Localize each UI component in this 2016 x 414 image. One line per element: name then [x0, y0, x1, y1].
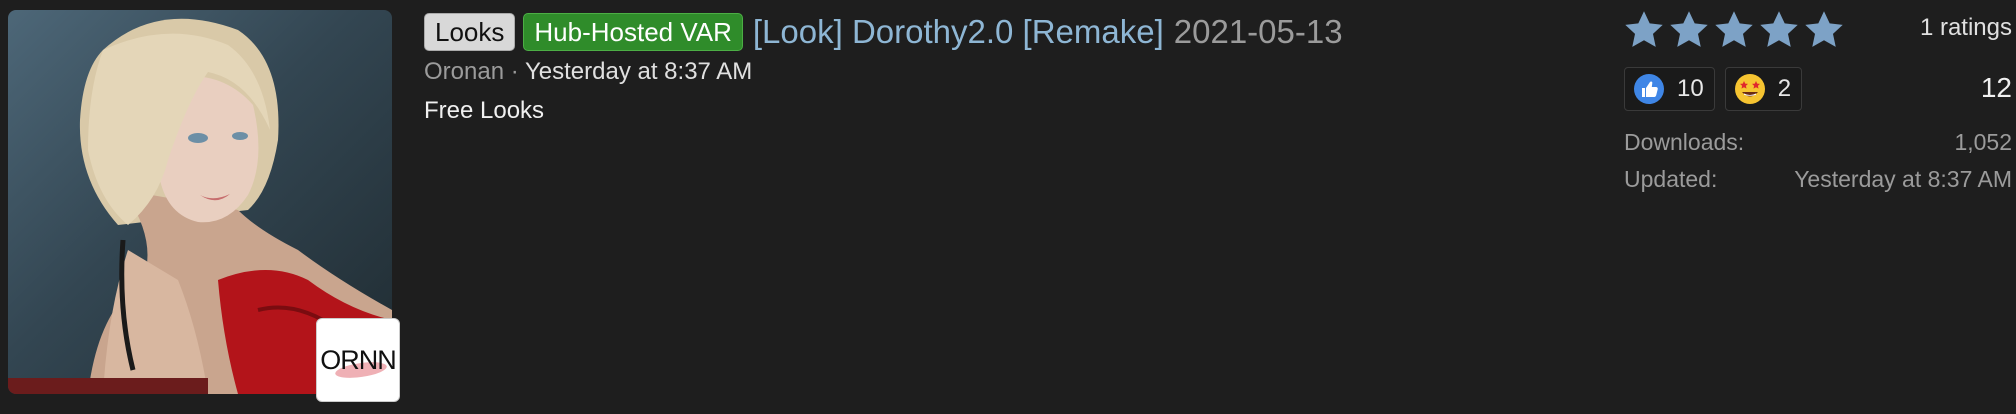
downloads-value: 1,052 [1954, 129, 2012, 155]
resource-title-link[interactable]: [Look] Dorothy2.0 [Remake] [753, 13, 1164, 51]
reaction-love[interactable]: 2 [1724, 67, 1803, 111]
author-avatar[interactable]: ORNN [316, 318, 400, 402]
downloads-stat: Downloads: 1,052 [1624, 129, 2012, 156]
updated-label: Updated: [1624, 166, 1718, 192]
thumbs-up-icon [1634, 74, 1664, 104]
reactions-bar: 10 2 [1624, 67, 1812, 111]
star-icon [1670, 11, 1708, 47]
star-icon [1625, 11, 1663, 47]
resource-version: 2021-05-13 [1173, 13, 1343, 50]
resource-title-line: Looks Hub-Hosted VAR [Look] Dorothy2.0 [… [424, 13, 1343, 51]
ratings-count: 1 ratings [1919, 14, 2012, 41]
updated-value[interactable]: Yesterday at 8:37 AM [1794, 166, 2012, 193]
star-icon [1760, 11, 1798, 47]
meta-separator: · [504, 58, 525, 85]
reaction-like[interactable]: 10 [1624, 67, 1715, 111]
rating-stars [1622, 8, 1847, 52]
prefix-tag-looks[interactable]: Looks [424, 13, 516, 51]
resource-meta: Oronan · Yesterday at 8:37 AM [424, 58, 752, 86]
reaction-total[interactable]: 12 [1981, 72, 2012, 104]
star-struck-emoji-icon [1734, 74, 1765, 104]
author-link[interactable]: Oronan [424, 58, 504, 85]
reaction-love-count: 2 [1777, 75, 1792, 102]
resource-tagline: Free Looks [424, 97, 545, 124]
posted-time[interactable]: Yesterday at 8:37 AM [525, 58, 752, 85]
star-icon [1805, 11, 1843, 47]
downloads-label: Downloads: [1624, 129, 1745, 155]
reaction-like-count: 10 [1677, 75, 1704, 102]
prefix-tag-hub-hosted[interactable]: Hub-Hosted VAR [523, 13, 743, 51]
avatar-badge-text: ORNN [320, 344, 396, 375]
star-icon [1715, 11, 1753, 47]
updated-stat: Updated: Yesterday at 8:37 AM [1624, 166, 2012, 193]
resource-list-item: ORNN Looks Hub-Hosted VAR [Look] Dorothy… [0, 0, 2016, 414]
